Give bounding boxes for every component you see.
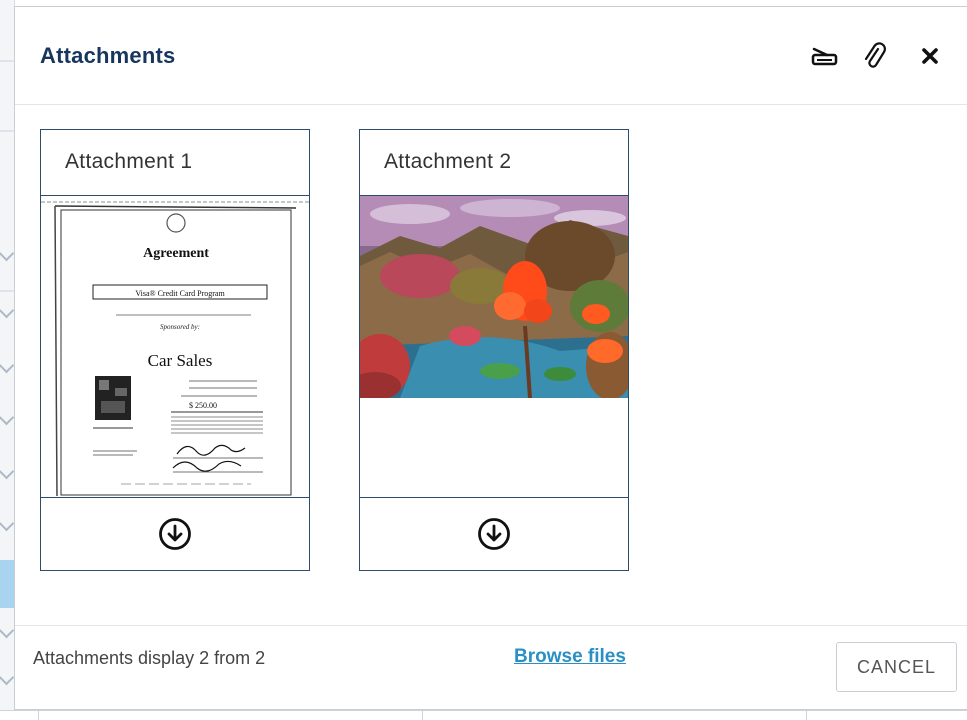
scanner-icon[interactable] (810, 41, 840, 71)
attachment-title: Attachment 1 (41, 130, 309, 196)
attachment-preview-document[interactable]: Agreement Visa® Credit Card Program Spon… (41, 196, 309, 498)
cancel-button[interactable]: CANCEL (836, 642, 957, 692)
attachment-card-2[interactable]: Attachment 2 (359, 129, 629, 571)
dialog-footer: Attachments display 2 from 2 Browse file… (15, 625, 967, 711)
dialog-header: Attachments (15, 7, 967, 105)
doc-company: Car Sales (148, 351, 213, 370)
attachment-preview-image[interactable] (360, 196, 628, 498)
dialog-title: Attachments (40, 43, 176, 68)
attachment-card-footer (360, 497, 628, 570)
doc-amount: $ 250.00 (189, 401, 217, 410)
paperclip-icon[interactable] (860, 41, 890, 71)
doc-program: Visa® Credit Card Program (135, 289, 225, 298)
attachments-dialog: Attachments Attachment 1 Agreement Visa®… (14, 6, 967, 710)
download-circle-icon[interactable] (476, 516, 512, 552)
background-selected-row (0, 560, 14, 608)
doc-sponsored: Sponsored by: (160, 323, 200, 331)
background-app-strip (0, 0, 15, 719)
attachment-count-text: Attachments display 2 from 2 (33, 648, 266, 668)
doc-heading: Agreement (143, 246, 209, 261)
attachment-card-footer (41, 497, 309, 570)
download-circle-icon[interactable] (157, 516, 193, 552)
close-icon[interactable] (915, 41, 945, 71)
attachment-card-1[interactable]: Attachment 1 Agreement Visa® Credit Card… (40, 129, 310, 571)
attachment-title: Attachment 2 (360, 130, 628, 196)
browse-files-link[interactable]: Browse files (514, 646, 626, 668)
